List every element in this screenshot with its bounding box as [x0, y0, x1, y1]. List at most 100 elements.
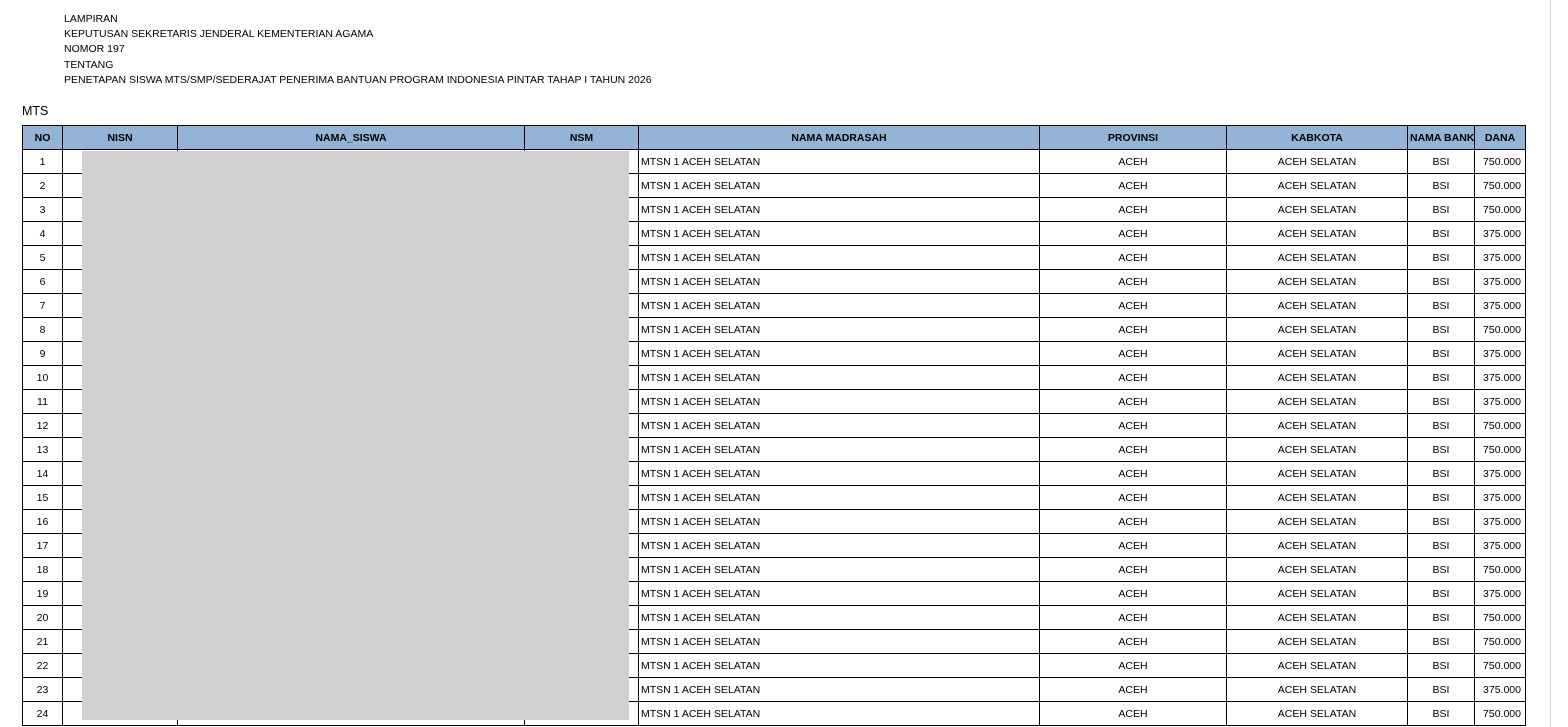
cell-nama-bank: BSI [1407, 173, 1475, 198]
redaction-block [82, 151, 629, 720]
cell-kabkota: ACEH SELATAN [1226, 629, 1408, 654]
cell-provinsi: ACEH [1039, 197, 1227, 222]
document-header: LAMPIRAN KEPUTUSAN SEKRETARIS JENDERAL K… [64, 12, 652, 88]
section-label: MTS [22, 104, 49, 118]
cell-nama-bank: BSI [1407, 317, 1475, 342]
cell-kabkota: ACEH SELATAN [1226, 365, 1408, 390]
cell-provinsi: ACEH [1039, 269, 1227, 294]
cell-provinsi: ACEH [1039, 653, 1227, 678]
cell-nama-madrasah: MTSN 1 ACEH SELATAN [638, 653, 1040, 678]
cell-provinsi: ACEH [1039, 677, 1227, 702]
cell-provinsi: ACEH [1039, 245, 1227, 270]
cell-nama-madrasah: MTSN 1 ACEH SELATAN [638, 557, 1040, 582]
cell-dana: 750.000 [1474, 701, 1526, 726]
cell-nama-madrasah: MTSN 1 ACEH SELATAN [638, 389, 1040, 414]
cell-kabkota: ACEH SELATAN [1226, 485, 1408, 510]
cell-kabkota: ACEH SELATAN [1226, 173, 1408, 198]
cell-nama-madrasah: MTSN 1 ACEH SELATAN [638, 509, 1040, 534]
cell-no: 3 [22, 197, 63, 222]
cell-no: 21 [22, 629, 63, 654]
cell-provinsi: ACEH [1039, 149, 1227, 174]
cell-dana: 375.000 [1474, 509, 1526, 534]
cell-nama-madrasah: MTSN 1 ACEH SELATAN [638, 485, 1040, 510]
cell-kabkota: ACEH SELATAN [1226, 245, 1408, 270]
cell-dana: 375.000 [1474, 365, 1526, 390]
cell-nama-madrasah: MTSN 1 ACEH SELATAN [638, 245, 1040, 270]
cell-no: 20 [22, 605, 63, 630]
cell-no: 23 [22, 677, 63, 702]
cell-nama-bank: BSI [1407, 581, 1475, 606]
cell-provinsi: ACEH [1039, 173, 1227, 198]
cell-dana: 375.000 [1474, 533, 1526, 558]
column-header-nama-bank: NAMA BANK [1407, 125, 1475, 150]
cell-nama-bank: BSI [1407, 365, 1475, 390]
column-header-nama-madrasah: NAMA MADRASAH [638, 125, 1040, 150]
column-header-nsm: NSM [524, 125, 639, 150]
cell-dana: 750.000 [1474, 317, 1526, 342]
cell-dana: 375.000 [1474, 581, 1526, 606]
cell-kabkota: ACEH SELATAN [1226, 389, 1408, 414]
cell-nama-bank: BSI [1407, 341, 1475, 366]
column-header-dana: DANA [1474, 125, 1526, 150]
cell-no: 14 [22, 461, 63, 486]
cell-nama-bank: BSI [1407, 605, 1475, 630]
cell-nama-bank: BSI [1407, 389, 1475, 414]
cell-provinsi: ACEH [1039, 413, 1227, 438]
cell-nama-madrasah: MTSN 1 ACEH SELATAN [638, 533, 1040, 558]
cell-provinsi: ACEH [1039, 461, 1227, 486]
cell-dana: 750.000 [1474, 557, 1526, 582]
cell-provinsi: ACEH [1039, 437, 1227, 462]
header-line-keputusan: KEPUTUSAN SEKRETARIS JENDERAL KEMENTERIA… [64, 28, 374, 41]
cell-nama-bank: BSI [1407, 677, 1475, 702]
column-header-nisn: NISN [62, 125, 178, 150]
cell-no: 4 [22, 221, 63, 246]
header-line-tentang: TENTANG [64, 58, 114, 71]
cell-provinsi: ACEH [1039, 389, 1227, 414]
cell-dana: 750.000 [1474, 413, 1526, 438]
cell-dana: 375.000 [1474, 269, 1526, 294]
cell-no: 9 [22, 341, 63, 366]
cell-kabkota: ACEH SELATAN [1226, 293, 1408, 318]
column-header-no: NO [22, 125, 63, 150]
cell-nama-bank: BSI [1407, 701, 1475, 726]
cell-provinsi: ACEH [1039, 341, 1227, 366]
cell-dana: 375.000 [1474, 245, 1526, 270]
table-header-row: NO NISN NAMA_SISWA NSM NAMA MADRASAH PRO… [22, 125, 1526, 150]
cell-nama-bank: BSI [1407, 269, 1475, 294]
cell-kabkota: ACEH SELATAN [1226, 413, 1408, 438]
cell-no: 6 [22, 269, 63, 294]
cell-nama-madrasah: MTSN 1 ACEH SELATAN [638, 221, 1040, 246]
cell-dana: 750.000 [1474, 437, 1526, 462]
cell-no: 12 [22, 413, 63, 438]
cell-dana: 375.000 [1474, 461, 1526, 486]
cell-provinsi: ACEH [1039, 509, 1227, 534]
cell-nama-madrasah: MTSN 1 ACEH SELATAN [638, 461, 1040, 486]
cell-dana: 750.000 [1474, 605, 1526, 630]
cell-nama-bank: BSI [1407, 461, 1475, 486]
cell-nama-bank: BSI [1407, 653, 1475, 678]
cell-nama-madrasah: MTSN 1 ACEH SELATAN [638, 293, 1040, 318]
cell-no: 5 [22, 245, 63, 270]
cell-nama-bank: BSI [1407, 293, 1475, 318]
cell-nama-madrasah: MTSN 1 ACEH SELATAN [638, 629, 1040, 654]
cell-kabkota: ACEH SELATAN [1226, 581, 1408, 606]
cell-dana: 375.000 [1474, 293, 1526, 318]
cell-nama-madrasah: MTSN 1 ACEH SELATAN [638, 197, 1040, 222]
cell-kabkota: ACEH SELATAN [1226, 269, 1408, 294]
cell-kabkota: ACEH SELATAN [1226, 341, 1408, 366]
header-line-lampiran: LAMPIRAN [64, 13, 118, 25]
cell-no: 15 [22, 485, 63, 510]
cell-nama-madrasah: MTSN 1 ACEH SELATAN [638, 605, 1040, 630]
cell-provinsi: ACEH [1039, 221, 1227, 246]
cell-nama-bank: BSI [1407, 413, 1475, 438]
cell-dana: 750.000 [1474, 149, 1526, 174]
cell-nama-madrasah: MTSN 1 ACEH SELATAN [638, 365, 1040, 390]
cell-no: 18 [22, 557, 63, 582]
cell-provinsi: ACEH [1039, 581, 1227, 606]
cell-kabkota: ACEH SELATAN [1226, 221, 1408, 246]
cell-nama-madrasah: MTSN 1 ACEH SELATAN [638, 317, 1040, 342]
cell-nama-madrasah: MTSN 1 ACEH SELATAN [638, 677, 1040, 702]
cell-nama-madrasah: MTSN 1 ACEH SELATAN [638, 581, 1040, 606]
cell-nama-bank: BSI [1407, 533, 1475, 558]
cell-nama-bank: BSI [1407, 509, 1475, 534]
